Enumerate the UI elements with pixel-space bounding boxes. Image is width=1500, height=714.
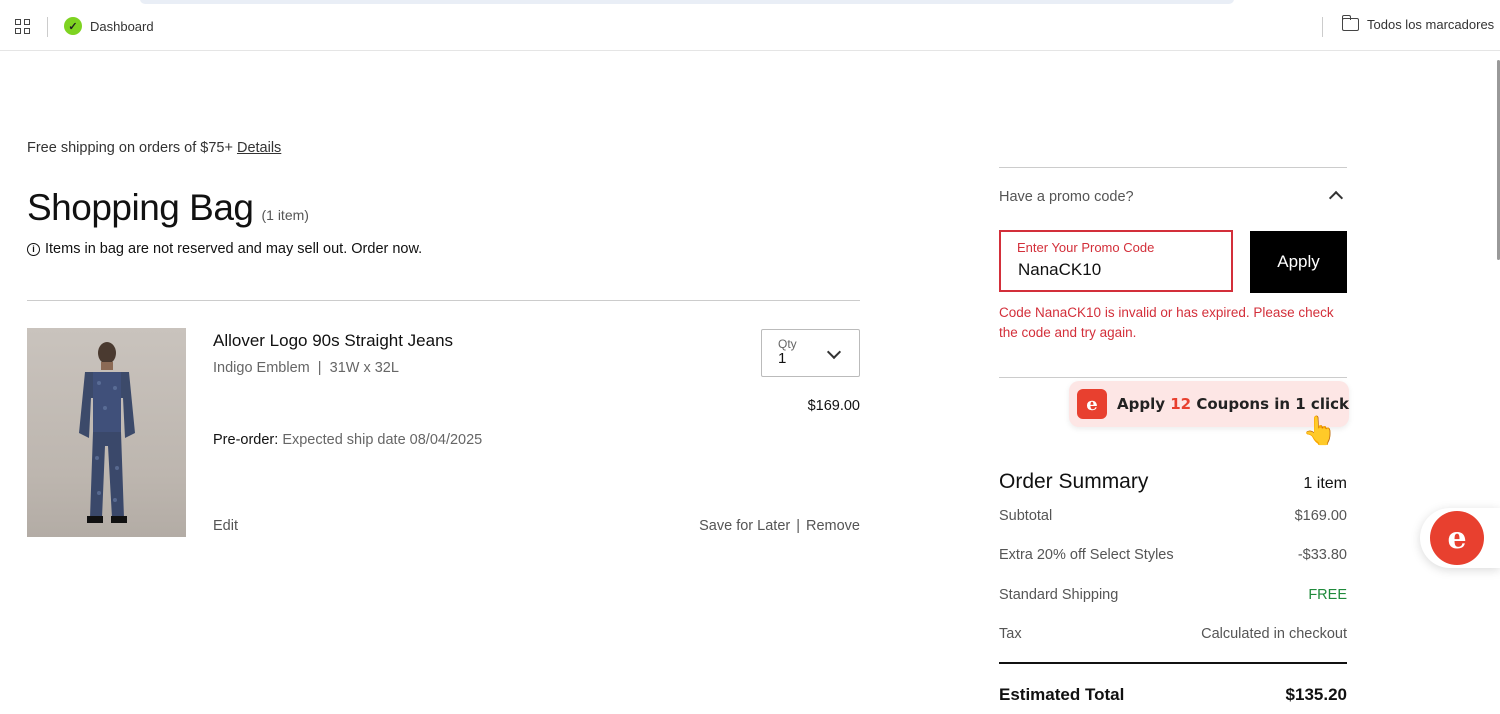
summary-value: FREE (1308, 587, 1347, 603)
bag-warning-text: Items in bag are not reserved and may se… (45, 241, 423, 257)
divider (999, 377, 1347, 378)
coupon-extension-float-button[interactable]: e (1420, 508, 1500, 568)
promo-header-label: Have a promo code? (999, 189, 1134, 205)
bookmarks-divider (1322, 17, 1323, 37)
meta-separator: | (317, 360, 322, 376)
address-bar[interactable] (140, 0, 1234, 4)
all-bookmarks-label: Todos los marcadores (1367, 17, 1495, 32)
coupon-text-pre: Apply (1117, 395, 1166, 413)
info-icon: i (27, 242, 40, 256)
page-title: Shopping Bag (1 item) (27, 187, 309, 229)
model-silhouette (79, 342, 135, 523)
bookmark-dashboard-label: Dashboard (90, 18, 154, 34)
summary-label: Tax (999, 626, 1022, 642)
all-bookmarks-button[interactable]: Todos los marcadores (1341, 15, 1495, 32)
summary-row-subtotal: Subtotal $169.00 (999, 508, 1347, 524)
product-color: Indigo Emblem (213, 360, 310, 376)
pointer-hand-icon: 👆 (1302, 415, 1337, 446)
coupon-extension-logo-icon: e (1077, 389, 1107, 419)
product-image[interactable] (27, 328, 186, 537)
save-for-later-link[interactable]: Save for Later (699, 518, 790, 534)
order-summary-count: 1 item (1303, 475, 1347, 492)
apps-grid-icon[interactable] (15, 19, 31, 35)
divider (27, 300, 860, 301)
qty-label: Qty (778, 337, 797, 351)
shopping-bag-heading: Shopping Bag (27, 187, 254, 228)
promo-placeholder-label: Enter Your Promo Code (1017, 240, 1155, 255)
divider (999, 167, 1347, 168)
preorder-info: Pre-order: Expected ship date 08/04/2025 (213, 432, 482, 448)
coupon-text: Apply 12 Coupons in 1 click (1117, 395, 1349, 413)
apply-promo-button[interactable]: Apply (1250, 231, 1347, 293)
edit-link[interactable]: Edit (213, 518, 238, 534)
total-value: $135.20 (1285, 685, 1347, 704)
order-summary-title: Order Summary (999, 470, 1149, 493)
product-size: 31W x 32L (329, 360, 399, 376)
item-price: $169.00 (807, 398, 860, 414)
preorder-date: Expected ship date 08/04/2025 (282, 432, 483, 448)
summary-label: Standard Shipping (999, 587, 1119, 603)
shipping-details-link[interactable]: Details (237, 140, 281, 156)
summary-label: Extra 20% off Select Styles (999, 547, 1174, 563)
quantity-select[interactable]: Qty 1 (761, 329, 860, 377)
chevron-down-icon (826, 344, 842, 360)
folder-icon (1341, 15, 1359, 31)
coupon-extension-logo-icon: e (1430, 511, 1484, 565)
divider (999, 662, 1347, 664)
bag-warning: i Items in bag are not reserved and may … (27, 241, 422, 257)
coupon-count: 12 (1170, 395, 1192, 413)
summary-value: -$33.80 (1297, 547, 1347, 563)
qty-value: 1 (778, 350, 787, 367)
summary-value: Calculated in checkout (1201, 626, 1347, 642)
summary-label: Subtotal (999, 508, 1053, 524)
preorder-label: Pre-order: (213, 432, 279, 448)
action-separator: | (796, 518, 800, 534)
free-shipping-banner: Free shipping on orders of $75+ Details (27, 140, 281, 156)
summary-row-tax: Tax Calculated in checkout (999, 626, 1347, 642)
promo-error-message: Code NanaCK10 is invalid or has expired.… (999, 305, 1334, 340)
coupon-text-post: Coupons in 1 click (1196, 395, 1349, 413)
remove-link[interactable]: Remove (806, 518, 860, 534)
promo-code-input[interactable] (1018, 260, 1218, 280)
promo-code-field[interactable]: Enter Your Promo Code (999, 230, 1233, 292)
product-variant: Indigo Emblem | 31W x 32L (213, 360, 399, 376)
summary-row-discount: Extra 20% off Select Styles -$33.80 (999, 547, 1347, 563)
free-shipping-text: Free shipping on orders of $75+ (27, 140, 233, 156)
summary-row-shipping: Standard Shipping FREE (999, 587, 1347, 603)
total-label: Estimated Total (999, 685, 1125, 704)
bag-item-count: (1 item) (261, 207, 309, 223)
product-name[interactable]: Allover Logo 90s Straight Jeans (213, 331, 453, 351)
summary-value: $169.00 (1294, 508, 1347, 524)
estimated-total: Estimated Total $135.20 (999, 685, 1347, 705)
promo-toggle[interactable]: Have a promo code? (999, 189, 1347, 206)
bookmarks-bar: ✓ Dashboard Todos los marcadores (0, 0, 1500, 51)
dashboard-favicon-icon: ✓ (64, 17, 82, 35)
chevron-up-icon (1328, 190, 1344, 206)
item-actions: Save for Later | Remove (699, 518, 860, 534)
bookmarks-divider (47, 17, 48, 37)
bookmark-dashboard[interactable]: ✓ Dashboard (64, 17, 154, 35)
